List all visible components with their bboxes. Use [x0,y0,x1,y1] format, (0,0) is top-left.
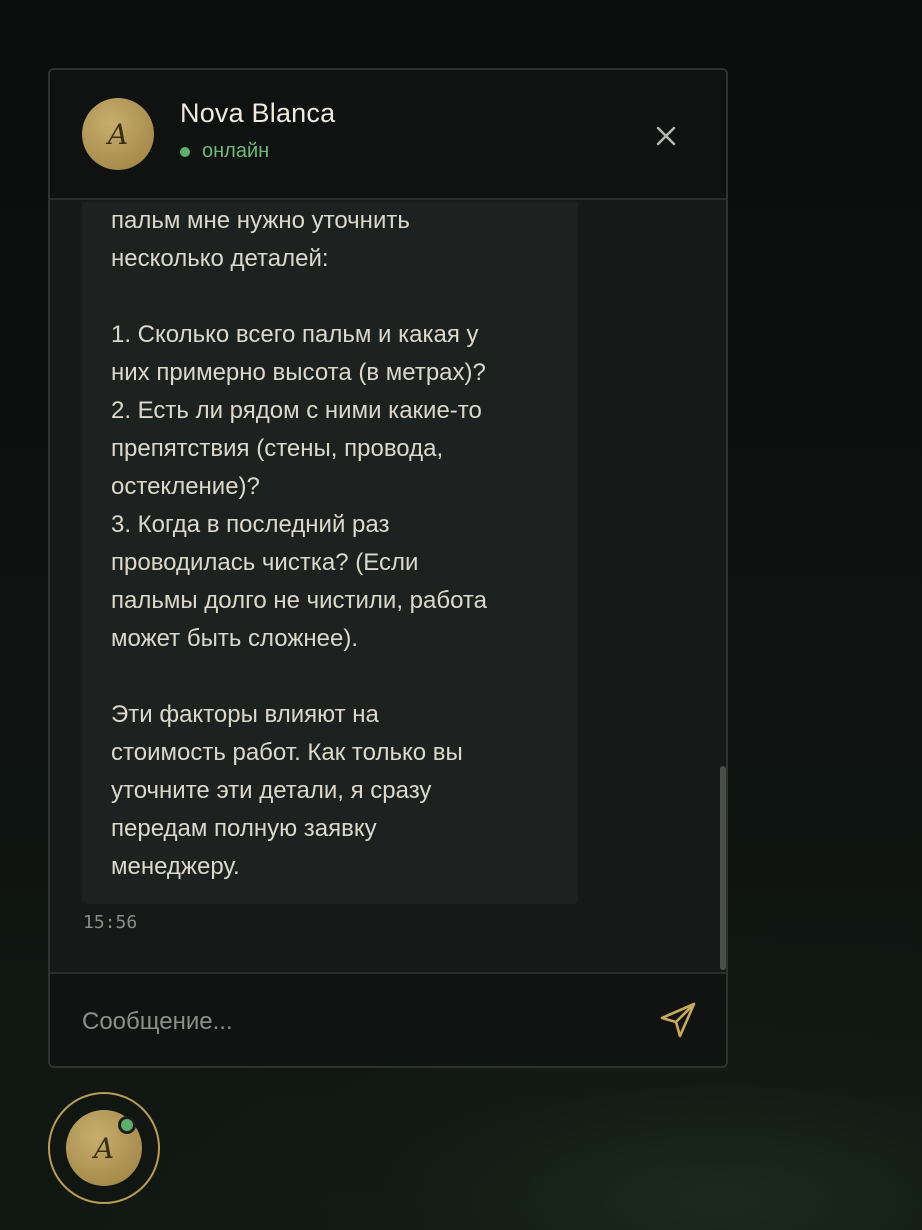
chat-window: A Nova Blanca онлайн пальм мне нужно уто… [48,68,728,1068]
message-timestamp: 15:56 [83,912,138,933]
message-text: пальм мне нужно уточнить несколько детал… [111,207,487,880]
messages-area[interactable]: пальм мне нужно уточнить несколько детал… [50,202,726,972]
chat-header: A Nova Blanca онлайн [50,70,726,200]
input-bar [50,972,726,1066]
status-text: онлайн [202,140,270,162]
online-dot-icon [180,146,190,157]
chat-title: Nova Blanca [180,98,336,128]
avatar-letter: A [107,117,129,151]
close-button[interactable] [650,120,682,152]
avatar: A [82,98,154,170]
chat-launcher-button[interactable]: A [48,1092,160,1204]
message-bubble: пальм мне нужно уточнить несколько детал… [82,202,578,904]
online-dot-icon [118,1116,136,1134]
send-button[interactable] [658,1000,698,1040]
scrollbar-thumb[interactable] [720,766,726,970]
status-indicator: онлайн [180,140,269,163]
send-icon [660,1002,696,1038]
launcher-avatar-letter: A [93,1131,115,1165]
message-input[interactable] [82,1000,622,1044]
close-icon [656,126,676,146]
